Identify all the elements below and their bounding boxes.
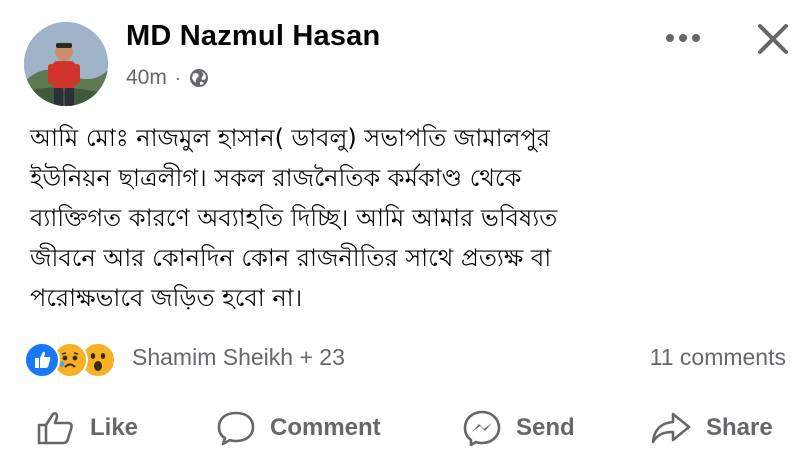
comment-icon [217, 411, 255, 446]
post-header: MD Nazmul Hasan 40m · [0, 0, 800, 110]
avatar-photo [24, 22, 108, 106]
post-text-line: আমি মোঃ নাজমুল হাসান( ডাবলু) সভাপতি জামা… [30, 124, 551, 152]
share-arrow-icon [651, 412, 691, 444]
comment-button[interactable]: Comment [216, 408, 381, 448]
post-meta: 40m · [126, 64, 209, 92]
like-button[interactable]: Like [36, 408, 138, 448]
close-icon [758, 24, 788, 54]
reactions-summary[interactable]: Shamim Sheikh + 23 [132, 344, 345, 371]
post-text-line: পরোক্ষভাবে জড়িত হবো না। [30, 284, 303, 312]
facebook-post: MD Nazmul Hasan 40m · আমি মোঃ নাজমুল হাস… [0, 0, 800, 450]
like-reaction-icon [24, 342, 60, 378]
messenger-icon [463, 410, 501, 447]
more-options-button[interactable] [660, 22, 706, 54]
post-text-line: জীবনে আর কোনদিন কোন রাজনীতির সাথে প্রত্য… [30, 244, 552, 272]
reaction-icons[interactable] [24, 342, 134, 378]
comments-count[interactable]: 11 comments [650, 344, 786, 371]
like-label: Like [90, 414, 139, 441]
thumbs-up-icon [37, 412, 73, 445]
close-button[interactable] [752, 20, 794, 58]
share-label: Share [706, 414, 773, 441]
author-avatar[interactable] [24, 22, 108, 106]
meta-separator: · [174, 67, 181, 88]
send-button[interactable]: Send [462, 408, 575, 448]
post-timestamp[interactable]: 40m [126, 66, 167, 90]
send-label: Send [516, 414, 575, 441]
author-name[interactable]: MD Nazmul Hasan [126, 20, 380, 53]
post-body: আমি মোঃ নাজমুল হাসান( ডাবলু) সভাপতি জামা… [30, 118, 790, 318]
post-text-line: ব্যাক্তিগত কারণে অব্যাহতি দিচ্ছি। আমি আম… [30, 204, 558, 232]
share-button[interactable]: Share [650, 408, 773, 448]
reactions-bar: Shamim Sheikh + 23 11 comments [0, 340, 800, 378]
more-dots-icon [666, 34, 700, 42]
post-actions: Like Comment Send Share [0, 404, 800, 450]
globe-icon[interactable] [189, 68, 209, 88]
comment-label: Comment [270, 414, 381, 441]
post-text-line: ইউনিয়ন ছাত্রলীগ। সকল রাজনৈতিক কর্মকাণ্ড… [30, 164, 522, 192]
